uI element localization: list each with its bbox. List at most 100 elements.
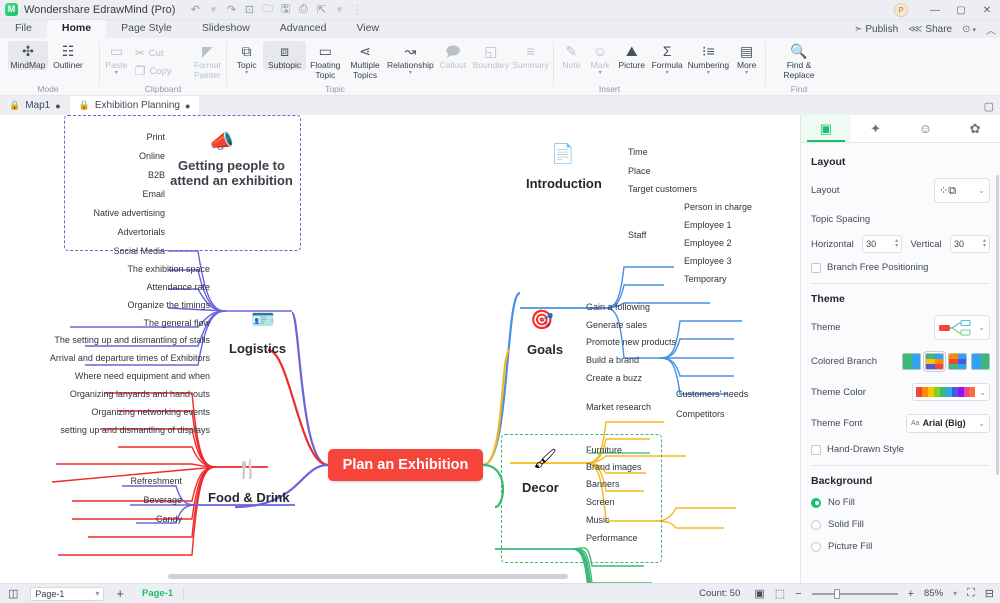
branch-title-introduction[interactable]: Introduction [526, 177, 602, 190]
leaf-online[interactable]: Online [108, 152, 165, 161]
branch-free-positioning-checkbox[interactable]: Branch Free Positioning [811, 262, 990, 273]
subtopic-button[interactable]: ⧈ Subtopic [263, 41, 306, 70]
background-option-no-fill[interactable]: No Fill [811, 497, 990, 508]
mark-dropdown-icon[interactable]: ▾ [599, 70, 602, 77]
fullscreen-icon[interactable]: ⛶ [967, 587, 975, 600]
numbering-dropdown-icon[interactable]: ▾ [707, 70, 710, 77]
theme-font-select[interactable]: Aa Arial (Big) ⌄ [906, 413, 990, 433]
picture-button[interactable]: ⛰ Picture [615, 41, 649, 70]
colored-branch-option-2[interactable] [923, 350, 946, 372]
copy-button[interactable]: ❐ Copy [130, 62, 192, 80]
leaf-b2b[interactable]: B2B [118, 171, 165, 180]
leaf-beverage[interactable]: Beverage [130, 496, 182, 505]
zoom-slider[interactable] [811, 588, 898, 599]
tab-map1[interactable]: 🔒 Map1 ● [0, 96, 70, 115]
colored-branch-option-3[interactable] [948, 352, 967, 370]
outliner-button[interactable]: ☷ Outliner [48, 41, 88, 70]
leaf-employee-1[interactable]: Employee 1 [684, 221, 732, 230]
mindmap-canvas[interactable]: Plan an Exhibition 📣 Getting people to a… [0, 115, 800, 583]
fit-page-icon[interactable]: ▣ [754, 587, 764, 600]
formula-button[interactable]: Σ Formula ▾ [649, 41, 685, 77]
layout-select[interactable]: ⁘⧉ ⌄ [934, 178, 990, 203]
leaf-organize-timings[interactable]: Organize the timings [95, 301, 210, 310]
floating-topic-button[interactable]: ▭ Floating Topic [306, 41, 345, 80]
leaf-displays[interactable]: setting up and dismantling of displays [52, 426, 210, 435]
menu-tab-page-style[interactable]: Page Style [106, 20, 187, 38]
page-select[interactable]: Page-1 ▾ [30, 586, 105, 601]
share-button[interactable]: ⋘ Share [908, 24, 952, 35]
help-button[interactable]: ⊙ ▾ [962, 24, 976, 35]
theme-color-select[interactable]: ⌄ [912, 383, 990, 401]
leaf-place[interactable]: Place [628, 167, 651, 176]
view-mode-icon[interactable]: ◫ [8, 587, 18, 600]
leaf-competitors[interactable]: Competitors [676, 410, 725, 419]
more-button[interactable]: ▤ More ▾ [731, 41, 762, 77]
current-page-label[interactable]: Page-1 [142, 588, 185, 599]
relationship-dropdown-icon[interactable]: ▾ [409, 70, 412, 77]
open-icon[interactable]: 🗀 [259, 2, 275, 18]
export-dropdown-icon[interactable]: ▾ [331, 2, 347, 18]
leaf-candy[interactable]: Candy [136, 515, 182, 524]
zoom-out-button[interactable]: − [795, 588, 801, 600]
leaf-person-in-charge[interactable]: Person in charge [684, 203, 752, 212]
leaf-general-flow[interactable]: The general flow [110, 319, 210, 328]
paste-dropdown-icon[interactable]: ▾ [115, 70, 118, 77]
leaf-banners[interactable]: Banners [586, 480, 620, 489]
split-view-icon[interactable]: ⊟ [985, 587, 994, 600]
leaf-lanyards[interactable]: Organizing lanyards and hand-outs [66, 390, 210, 399]
tab-mark-panel[interactable]: ☺ [901, 115, 951, 142]
format-painter-button[interactable]: ◤ Format Painter [192, 41, 223, 80]
paste-button[interactable]: ▭ Paste ▾ [103, 41, 130, 77]
summary-button[interactable]: ≡ Summary [511, 41, 550, 70]
relationship-button[interactable]: ↝ Relationship ▾ [385, 41, 435, 77]
publish-button[interactable]: ➣ Publish [854, 24, 898, 35]
boundary-button[interactable]: ◱ Boundary [470, 41, 511, 70]
branch-title-getting-people[interactable]: Getting people to attend an exhibition [159, 158, 304, 188]
canvas-horizontal-scrollbar[interactable] [168, 574, 568, 579]
branch-title-logistics[interactable]: Logistics [229, 342, 286, 355]
leaf-equipment[interactable]: Where need equipment and when [66, 372, 210, 381]
hand-drawn-style-checkbox[interactable]: Hand-Drawn Style [811, 444, 990, 455]
leaf-performance[interactable]: Performance [586, 534, 638, 543]
leaf-social-media[interactable]: Social Media [85, 247, 165, 256]
leaf-native-advertising[interactable]: Native advertising [70, 209, 165, 218]
spinner-arrows-icon[interactable]: ▴ ▾ [895, 238, 898, 249]
menu-tab-file[interactable]: File [0, 20, 47, 38]
leaf-employee-3[interactable]: Employee 3 [684, 257, 732, 266]
menu-tab-advanced[interactable]: Advanced [265, 20, 342, 38]
tab-settings-panel[interactable]: ✿ [950, 115, 1000, 142]
save-icon[interactable]: 🖫 [277, 2, 293, 18]
leaf-furniture[interactable]: Furniture [586, 446, 622, 455]
leaf-networking-events[interactable]: Organizing networking events [80, 408, 210, 417]
redo-icon[interactable]: ↷ [223, 2, 239, 18]
mark-button[interactable]: ☺ Mark ▾ [586, 41, 615, 77]
leaf-screen[interactable]: Screen [586, 498, 615, 507]
menu-tab-slideshow[interactable]: Slideshow [187, 20, 265, 38]
leaf-market-research[interactable]: Market research [586, 403, 651, 412]
leaf-temporary[interactable]: Temporary [684, 275, 727, 284]
leaf-gain-following[interactable]: Gain a following [586, 303, 650, 312]
cut-button[interactable]: ✂ Cut [130, 44, 192, 62]
branch-title-decor[interactable]: Decor [522, 481, 559, 494]
note-button[interactable]: ✎ Note [557, 41, 586, 70]
colored-branch-option-4[interactable] [971, 352, 990, 370]
central-topic[interactable]: Plan an Exhibition [328, 449, 483, 481]
leaf-email[interactable]: Email [110, 190, 165, 199]
leaf-music[interactable]: Music [586, 516, 610, 525]
colored-branch-option-1[interactable] [902, 352, 921, 370]
zoom-in-button[interactable]: + [908, 588, 914, 600]
close-button[interactable]: ✕ [974, 0, 1000, 20]
export-icon[interactable]: ⇱ [313, 2, 329, 18]
more-qat-icon[interactable]: ⋮ [349, 2, 365, 18]
print-icon[interactable]: ⎙ [295, 2, 311, 18]
theme-select[interactable]: ⌄ [934, 315, 990, 340]
callout-button[interactable]: 🗩 Callout [435, 41, 470, 70]
leaf-customers-needs[interactable]: Customers' needs [676, 390, 748, 399]
multiple-topics-button[interactable]: ⋖ Multiple Topics [345, 41, 386, 80]
undo-icon[interactable]: ↶ [187, 2, 203, 18]
leaf-create-buzz[interactable]: Create a buzz [586, 374, 642, 383]
leaf-print[interactable]: Print [115, 133, 165, 142]
panel-scrollbar[interactable] [996, 175, 999, 475]
horizontal-spinner[interactable]: 30 ▴ ▾ [862, 235, 903, 253]
menu-tab-view[interactable]: View [341, 20, 394, 38]
